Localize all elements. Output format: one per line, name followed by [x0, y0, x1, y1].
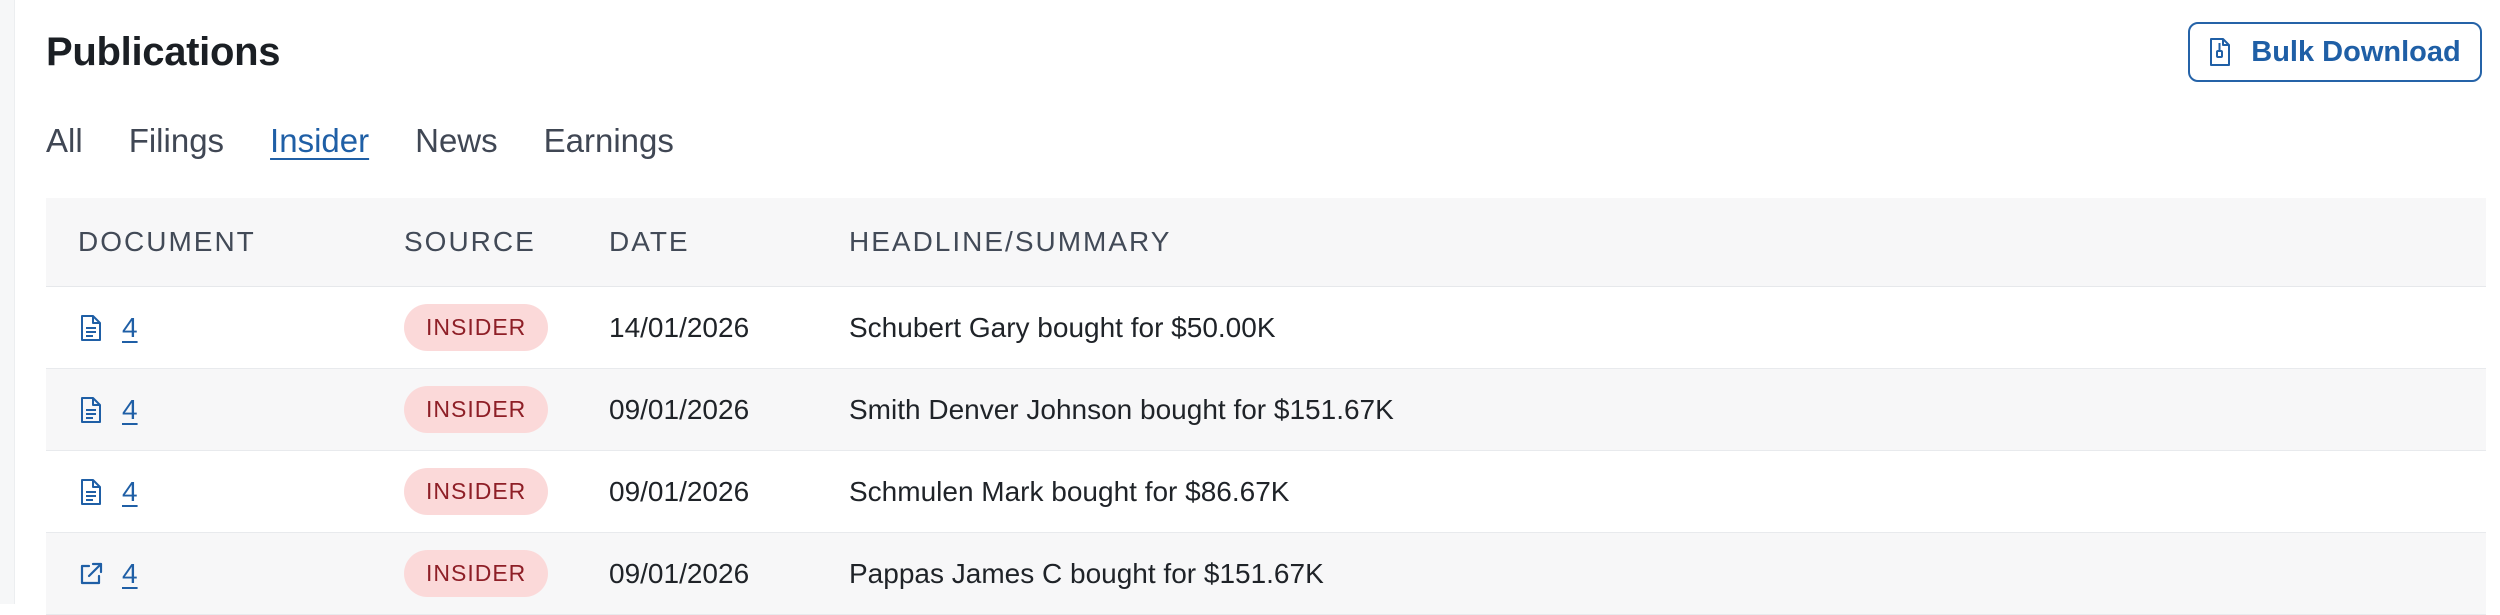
date-cell: 09/01/2026: [609, 557, 750, 589]
tab-filings[interactable]: Filings: [129, 122, 224, 160]
table-header: DOCUMENT SOURCE DATE HEADLINE/SUMMARY: [46, 198, 2486, 287]
publications-table: DOCUMENT SOURCE DATE HEADLINE/SUMMARY 4: [46, 198, 2486, 615]
tab-all[interactable]: All: [46, 122, 83, 160]
source-badge: INSIDER: [404, 550, 549, 597]
headline-cell: Smith Denver Johnson bought for $151.67K: [849, 393, 1394, 425]
date-cell: 14/01/2026: [609, 311, 750, 343]
tab-news[interactable]: News: [415, 122, 498, 160]
date-cell: 09/01/2026: [609, 475, 750, 507]
column-header-document: DOCUMENT: [78, 226, 256, 257]
bulk-download-button[interactable]: Bulk Download: [2188, 22, 2482, 82]
publication-tabs: All Filings Insider News Earnings: [46, 122, 674, 160]
column-header-source: SOURCE: [404, 226, 536, 257]
document-link[interactable]: 4: [122, 558, 138, 590]
tab-insider[interactable]: Insider: [270, 122, 369, 160]
tab-earnings[interactable]: Earnings: [544, 122, 674, 160]
column-header-headline: HEADLINE/SUMMARY: [849, 226, 1172, 257]
document-icon[interactable]: [78, 395, 104, 425]
table-row: 4 INSIDER 14/01/2026 Schubert Gary bough…: [46, 287, 2486, 369]
source-badge: INSIDER: [404, 468, 549, 515]
headline-cell: Pappas James C bought for $151.67K: [849, 557, 1324, 589]
table-row: 4 INSIDER 09/01/2026 Schmulen Mark bough…: [46, 451, 2486, 533]
external-link-icon[interactable]: [78, 559, 104, 589]
left-panel-edge: [0, 0, 15, 604]
document-link[interactable]: 4: [122, 312, 138, 344]
bulk-download-label: Bulk Download: [2251, 35, 2461, 68]
document-link[interactable]: 4: [122, 476, 138, 508]
table-row: 4 INSIDER 09/01/2026 Pappas James C boug…: [46, 533, 2486, 615]
source-badge: INSIDER: [404, 386, 549, 433]
table-row: 4 INSIDER 09/01/2026 Smith Denver Johnso…: [46, 369, 2486, 451]
document-link[interactable]: 4: [122, 394, 138, 426]
archive-file-icon: [2209, 37, 2231, 67]
headline-cell: Schmulen Mark bought for $86.67K: [849, 475, 1290, 507]
document-icon[interactable]: [78, 313, 104, 343]
page-title: Publications: [46, 30, 281, 74]
date-cell: 09/01/2026: [609, 393, 750, 425]
source-badge: INSIDER: [404, 304, 549, 351]
headline-cell: Schubert Gary bought for $50.00K: [849, 311, 1276, 343]
column-header-date: DATE: [609, 226, 690, 257]
document-icon[interactable]: [78, 477, 104, 507]
